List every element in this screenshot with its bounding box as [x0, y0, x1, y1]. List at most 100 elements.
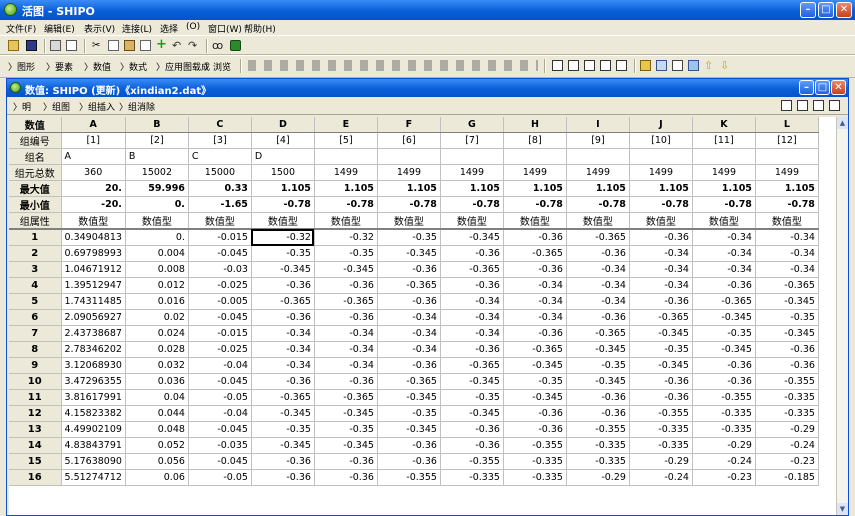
data-cell[interactable]: -0.345 [251, 437, 315, 454]
meta-cell[interactable]: 0. [125, 196, 189, 213]
data-cell[interactable]: -0.34 [503, 309, 567, 326]
data-cell[interactable]: 0.012 [125, 277, 189, 294]
data-minimize-button[interactable]: – [799, 80, 814, 95]
row-header[interactable]: 9 [9, 357, 62, 374]
data-cell[interactable]: -0.35 [251, 421, 315, 438]
data-cell[interactable]: -0.345 [314, 405, 378, 422]
column-header-l[interactable]: L [755, 117, 819, 133]
undo-icon[interactable]: ↶ [172, 40, 183, 51]
data-cell[interactable]: -0.35 [629, 341, 693, 358]
data-cell[interactable]: -0.35 [377, 405, 441, 422]
menu-link[interactable]: 连接(L) [122, 22, 152, 35]
data-cell[interactable]: 1.39512947 [61, 277, 126, 294]
column-header-h[interactable]: H [503, 117, 567, 133]
meta-cell[interactable]: 数值型 [566, 212, 630, 230]
column-header-b[interactable]: B [125, 117, 189, 133]
data-cell[interactable]: -0.345 [377, 389, 441, 406]
meta-cell[interactable]: 1.105 [629, 180, 693, 197]
data-cell[interactable]: -0.29 [566, 469, 630, 486]
data-cell[interactable]: -0.345 [440, 229, 504, 246]
meta-cell[interactable]: -1.65 [188, 196, 252, 213]
data-cell[interactable]: -0.34 [314, 341, 378, 358]
scroll-down-icon[interactable]: ▼ [837, 503, 848, 515]
meta-cell[interactable]: [4] [251, 132, 315, 149]
data-cell[interactable]: -0.36 [314, 309, 378, 326]
data-cell[interactable]: -0.05 [188, 389, 252, 406]
spreadsheet-grid[interactable]: 数值 A B C D E F G H I J K L 组编号 [1] [2] [3] [4] [5] [6] [7] [8… [9, 117, 836, 515]
data-cell[interactable]: -0.36 [503, 325, 567, 342]
row-header[interactable]: 16 [9, 469, 62, 486]
data-cell[interactable]: -0.015 [188, 325, 252, 342]
meta-cell[interactable]: -0.78 [251, 196, 315, 213]
minimize-button[interactable]: – [800, 2, 816, 18]
data-cell[interactable]: -0.36 [566, 245, 630, 262]
meta-cell[interactable] [314, 148, 378, 165]
meta-cell[interactable]: 15002 [125, 164, 189, 181]
data-cell[interactable]: -0.335 [503, 469, 567, 486]
data-cell[interactable]: -0.34 [629, 277, 693, 294]
data-cell[interactable]: -0.365 [755, 277, 819, 294]
data-cell[interactable]: -0.345 [503, 389, 567, 406]
data-cell[interactable]: -0.36 [566, 389, 630, 406]
meta-cell[interactable]: 数值型 [314, 212, 378, 230]
data-maximize-button[interactable]: □ [815, 80, 830, 95]
data-cell[interactable]: -0.355 [566, 421, 630, 438]
data-cell[interactable]: -0.345 [629, 357, 693, 374]
data-cell[interactable]: -0.36 [314, 373, 378, 390]
data-cell[interactable]: -0.36 [251, 469, 315, 486]
data-cell[interactable]: 0.69798993 [61, 245, 126, 262]
data-cell[interactable]: -0.36 [755, 357, 819, 374]
data-cell[interactable]: 0.024 [125, 325, 189, 342]
row-header[interactable]: 5 [9, 293, 62, 310]
data-cell[interactable]: -0.34 [251, 341, 315, 358]
meta-cell[interactable]: 1499 [440, 164, 504, 181]
data-cell[interactable]: 0.34904813 [61, 229, 126, 246]
tool-group-insert[interactable]: 〉组插入 [79, 100, 115, 113]
data-cell[interactable]: 3.81617991 [61, 389, 126, 406]
column-header-g[interactable]: G [440, 117, 504, 133]
scroll-up-icon[interactable]: ▲ [837, 117, 848, 129]
print-preview-icon[interactable] [66, 40, 77, 51]
row-header[interactable]: 2 [9, 245, 62, 262]
data-cell[interactable]: -0.36 [377, 261, 441, 278]
meta-cell[interactable]: -0.78 [314, 196, 378, 213]
tool-apply-graph[interactable]: 〉应用图载成 [156, 60, 210, 73]
data-cell[interactable]: -0.335 [629, 437, 693, 454]
column-header-c[interactable]: C [188, 117, 252, 133]
align-top-icon[interactable] [600, 60, 611, 71]
meta-cell[interactable]: 1.105 [503, 180, 567, 197]
data-cell[interactable]: -0.345 [629, 325, 693, 342]
data-cell[interactable]: 2.09056927 [61, 309, 126, 326]
data-cell[interactable]: -0.355 [503, 437, 567, 454]
data-cell[interactable]: -0.36 [692, 277, 756, 294]
meta-cell[interactable]: [2] [125, 132, 189, 149]
data-cell[interactable]: -0.345 [503, 357, 567, 374]
meta-cell[interactable] [377, 148, 441, 165]
data-cell[interactable]: 0.052 [125, 437, 189, 454]
paste-special-icon[interactable] [140, 40, 151, 51]
data-cell[interactable]: -0.335 [629, 421, 693, 438]
data-cell[interactable]: -0.36 [377, 293, 441, 310]
menu-edit[interactable]: 编辑(E) [44, 22, 75, 35]
meta-cell[interactable]: [1] [61, 132, 126, 149]
data-cell[interactable]: 0.044 [125, 405, 189, 422]
column-header-k[interactable]: K [692, 117, 756, 133]
data-cell[interactable]: -0.34 [377, 309, 441, 326]
meta-cell[interactable]: 数值型 [629, 212, 693, 230]
meta-cell[interactable]: 1499 [692, 164, 756, 181]
data-cell[interactable]: -0.34 [566, 293, 630, 310]
data-cell[interactable]: 3.12068930 [61, 357, 126, 374]
data-cell[interactable]: -0.34 [566, 277, 630, 294]
data-cell[interactable]: -0.34 [503, 293, 567, 310]
meta-cell[interactable]: [3] [188, 132, 252, 149]
row-header[interactable]: 14 [9, 437, 62, 454]
data-cell[interactable]: -0.045 [188, 245, 252, 262]
data-cell[interactable]: -0.03 [188, 261, 252, 278]
meta-cell[interactable] [440, 148, 504, 165]
data-cell[interactable]: -0.005 [188, 293, 252, 310]
menu-file[interactable]: 文件(F) [6, 22, 36, 35]
data-cell[interactable]: 0.036 [125, 373, 189, 390]
meta-cell[interactable]: [11] [692, 132, 756, 149]
data-cell[interactable]: -0.23 [692, 469, 756, 486]
data-cell[interactable]: -0.36 [629, 389, 693, 406]
